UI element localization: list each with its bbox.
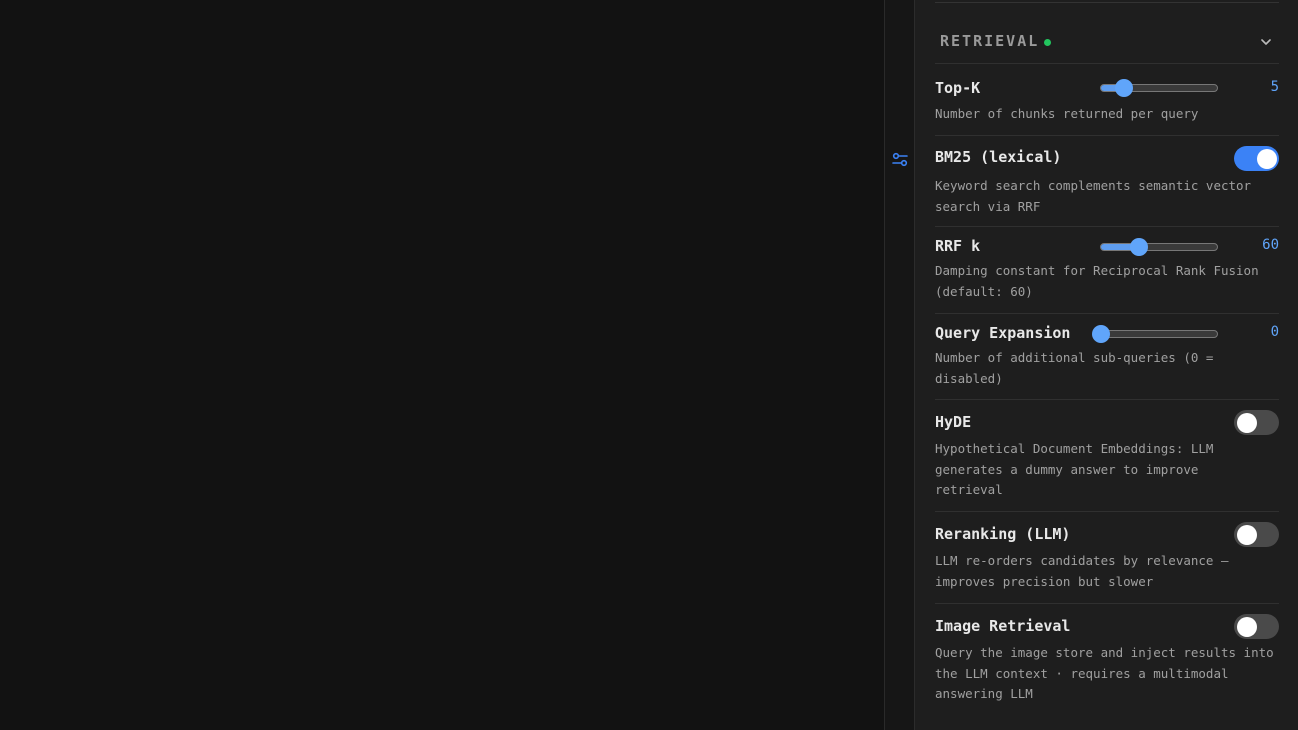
setting-reranking: Reranking (LLM) LLM re-orders candidates…: [935, 512, 1279, 604]
image-retrieval-toggle[interactable]: [1234, 614, 1279, 639]
top-k-slider[interactable]: [1100, 79, 1218, 97]
setting-description: Number of additional sub-queries (0 = di…: [935, 350, 1214, 386]
toggle-knob: [1236, 412, 1257, 433]
setting-label: Reranking (LLM): [935, 525, 1071, 543]
status-dot: [1044, 39, 1051, 46]
setting-label: RRF k: [935, 237, 981, 255]
setting-label: Query Expansion: [935, 324, 1071, 342]
setting-description: Query the image store and inject results…: [935, 645, 1274, 701]
settings-panel: RETRIEVAL Top-K 5 Number of chunks retur…: [915, 0, 1298, 730]
reranking-toggle[interactable]: [1234, 522, 1279, 547]
setting-rrf-k: RRF k 60 Damping constant for Reciprocal…: [935, 227, 1279, 314]
slider-thumb[interactable]: [1092, 325, 1110, 343]
hyde-toggle[interactable]: [1234, 410, 1279, 435]
query-expansion-slider[interactable]: [1092, 325, 1218, 343]
query-expansion-value: 0: [1270, 324, 1279, 340]
top-k-value: 5: [1270, 79, 1279, 95]
setting-top-k: Top-K 5 Number of chunks returned per qu…: [935, 64, 1279, 136]
setting-description: LLM re-orders candidates by relevance — …: [935, 553, 1229, 589]
setting-hyde: HyDE Hypothetical Document Embeddings: L…: [935, 400, 1279, 512]
settings-toggle-button[interactable]: [890, 150, 910, 170]
setting-label: HyDE: [935, 413, 972, 431]
setting-description: Number of chunks returned per query: [935, 106, 1199, 121]
toggle-knob: [1236, 524, 1257, 545]
setting-bm25: BM25 (lexical) Keyword search complement…: [935, 136, 1279, 227]
section-title: RETRIEVAL: [940, 32, 1040, 50]
sliders-icon: [892, 152, 908, 167]
slider-thumb[interactable]: [1130, 238, 1149, 256]
toggle-knob: [1256, 148, 1277, 169]
rrf-k-slider[interactable]: [1100, 238, 1218, 256]
toggle-knob: [1236, 616, 1257, 637]
retrieval-section-header[interactable]: RETRIEVAL: [935, 22, 1279, 64]
divider: [935, 2, 1279, 3]
side-rail: [884, 0, 915, 730]
setting-description: Keyword search complements semantic vect…: [935, 178, 1252, 214]
rrf-k-value: 60: [1262, 237, 1279, 253]
setting-query-expansion: Query Expansion 0 Number of additional s…: [935, 314, 1279, 400]
chevron-down-icon[interactable]: [1259, 35, 1273, 49]
setting-image-retrieval: Image Retrieval Query the image store an…: [935, 604, 1279, 724]
bm25-toggle[interactable]: [1234, 146, 1279, 171]
setting-label: BM25 (lexical): [935, 148, 1062, 166]
main-content-area: [0, 0, 884, 730]
setting-description: Hypothetical Document Embeddings: LLM ge…: [935, 441, 1214, 497]
setting-label: Image Retrieval: [935, 617, 1071, 635]
setting-description: Damping constant for Reciprocal Rank Fus…: [935, 263, 1259, 299]
slider-thumb[interactable]: [1115, 79, 1134, 97]
setting-label: Top-K: [935, 79, 981, 97]
